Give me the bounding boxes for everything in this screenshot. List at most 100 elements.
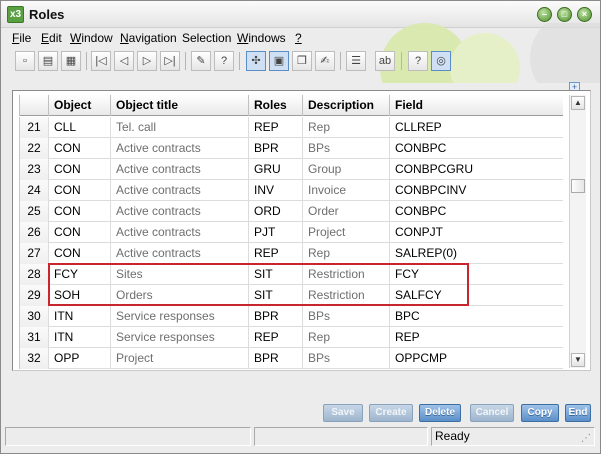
- cell-object[interactable]: CLL: [48, 117, 110, 138]
- minimize-icon[interactable]: –: [537, 7, 552, 22]
- cell-field[interactable]: CONBPC: [389, 138, 563, 159]
- menu-help[interactable]: ?: [295, 31, 302, 45]
- menu-edit[interactable]: Edit: [41, 31, 62, 45]
- cell-field[interactable]: CONBPC: [389, 201, 563, 222]
- cell-field[interactable]: REP: [389, 327, 563, 348]
- cell-field[interactable]: SALFCY: [389, 285, 563, 306]
- cell-field[interactable]: FCY: [389, 264, 563, 285]
- save-button[interactable]: Save: [323, 404, 363, 422]
- next-record-icon[interactable]: ▷: [137, 51, 157, 71]
- cell-roles[interactable]: BPR: [248, 348, 302, 369]
- cell-roles[interactable]: SIT: [248, 285, 302, 306]
- cell-object[interactable]: CON: [48, 243, 110, 264]
- last-record-icon[interactable]: ▷|: [160, 51, 180, 71]
- cell-roles[interactable]: REP: [248, 117, 302, 138]
- cell-object[interactable]: CON: [48, 180, 110, 201]
- menu-navigation[interactable]: Navigation: [120, 31, 177, 45]
- cell-roles[interactable]: BPR: [248, 138, 302, 159]
- cell-object-title[interactable]: Sites: [110, 264, 248, 285]
- info-icon[interactable]: ?: [408, 51, 428, 71]
- maximize-icon[interactable]: □: [557, 7, 572, 22]
- cell-field[interactable]: SALREP(0): [389, 243, 563, 264]
- cell-roles[interactable]: GRU: [248, 159, 302, 180]
- cell-object-title[interactable]: Active contracts: [110, 243, 248, 264]
- new-document-icon[interactable]: ▫: [15, 51, 35, 71]
- menu-file[interactable]: File: [12, 31, 31, 45]
- column-header-roles[interactable]: Roles: [248, 95, 302, 116]
- previous-record-icon[interactable]: ◁: [114, 51, 134, 71]
- table-row[interactable]: 32 OPP Project BPR BPs OPPCMP: [19, 348, 563, 369]
- cell-object-title[interactable]: Active contracts: [110, 159, 248, 180]
- column-header-field[interactable]: Field: [389, 95, 557, 116]
- scroll-down-icon[interactable]: ▼: [571, 353, 585, 367]
- cell-field[interactable]: OPPCMP: [389, 348, 563, 369]
- text-icon[interactable]: ab: [375, 51, 395, 71]
- cell-roles[interactable]: SIT: [248, 264, 302, 285]
- cell-object[interactable]: CON: [48, 201, 110, 222]
- cell-description[interactable]: Rep: [302, 327, 389, 348]
- cell-object[interactable]: OPP: [48, 348, 110, 369]
- list-icon[interactable]: ☰: [346, 51, 366, 71]
- cell-field[interactable]: CONPJT: [389, 222, 563, 243]
- table-row[interactable]: 31 ITN Service responses REP Rep REP: [19, 327, 563, 348]
- attachment-icon[interactable]: ✎: [191, 51, 211, 71]
- edit-icon[interactable]: ✍: [315, 51, 335, 71]
- cell-roles[interactable]: PJT: [248, 222, 302, 243]
- copy-button[interactable]: Copy: [521, 404, 559, 422]
- table-row[interactable]: 30 ITN Service responses BPR BPs BPC: [19, 306, 563, 327]
- table-row[interactable]: 22 CON Active contracts BPR BPs CONBPC: [19, 138, 563, 159]
- delete-button[interactable]: Delete: [419, 404, 461, 422]
- cell-description[interactable]: Group: [302, 159, 389, 180]
- cell-object[interactable]: CON: [48, 222, 110, 243]
- close-icon[interactable]: ×: [577, 7, 592, 22]
- resize-grip-icon[interactable]: ⋰: [581, 433, 593, 445]
- table-row[interactable]: 26 CON Active contracts PJT Project CONPJT: [19, 222, 563, 243]
- cell-object[interactable]: ITN: [48, 327, 110, 348]
- cell-object[interactable]: CON: [48, 159, 110, 180]
- cell-field[interactable]: CONBPCINV: [389, 180, 563, 201]
- cell-description[interactable]: BPs: [302, 348, 389, 369]
- print-icon[interactable]: ▤: [38, 51, 58, 71]
- cancel-button[interactable]: Cancel: [470, 404, 514, 422]
- cell-roles[interactable]: REP: [248, 327, 302, 348]
- menu-selection[interactable]: Selection: [182, 31, 231, 45]
- cell-object-title[interactable]: Active contracts: [110, 138, 248, 159]
- cell-description[interactable]: Restriction: [302, 264, 389, 285]
- cell-object-title[interactable]: Orders: [110, 285, 248, 306]
- cell-object-title[interactable]: Active contracts: [110, 222, 248, 243]
- cell-description[interactable]: Order: [302, 201, 389, 222]
- cell-object-title[interactable]: Service responses: [110, 306, 248, 327]
- cell-object[interactable]: CON: [48, 138, 110, 159]
- cell-field[interactable]: CLLREP: [389, 117, 563, 138]
- cell-field[interactable]: BPC: [389, 306, 563, 327]
- zoom-icon[interactable]: ◎: [431, 51, 451, 71]
- menu-window[interactable]: Window: [70, 31, 113, 45]
- cell-description[interactable]: Rep: [302, 243, 389, 264]
- cell-description[interactable]: Invoice: [302, 180, 389, 201]
- cell-object[interactable]: SOH: [48, 285, 110, 306]
- cell-description[interactable]: BPs: [302, 138, 389, 159]
- tree-icon[interactable]: ✣: [246, 51, 266, 71]
- menu-windows[interactable]: Windows: [237, 31, 286, 45]
- cell-object-title[interactable]: Service responses: [110, 327, 248, 348]
- cell-roles[interactable]: ORD: [248, 201, 302, 222]
- end-button[interactable]: End: [565, 404, 591, 422]
- create-button[interactable]: Create: [369, 404, 413, 422]
- print-preview-icon[interactable]: ▦: [61, 51, 81, 71]
- scroll-up-icon[interactable]: ▲: [571, 96, 585, 110]
- table-row[interactable]: 29 SOH Orders SIT Restriction SALFCY: [19, 285, 563, 306]
- column-header-object-title[interactable]: Object title: [110, 95, 248, 116]
- cell-description[interactable]: Project: [302, 222, 389, 243]
- cell-description[interactable]: BPs: [302, 306, 389, 327]
- table-row[interactable]: 24 CON Active contracts INV Invoice CONBPCINV: [19, 180, 563, 201]
- cell-description[interactable]: Rep: [302, 117, 389, 138]
- table-row[interactable]: 23 CON Active contracts GRU Group CONBPCGRU: [19, 159, 563, 180]
- scroll-thumb[interactable]: [571, 179, 585, 193]
- table-row[interactable]: 25 CON Active contracts ORD Order CONBPC: [19, 201, 563, 222]
- cell-object-title[interactable]: Project: [110, 348, 248, 369]
- cell-object-title[interactable]: Active contracts: [110, 201, 248, 222]
- table-row[interactable]: 28 FCY Sites SIT Restriction FCY: [19, 264, 563, 285]
- help-icon[interactable]: ?: [214, 51, 234, 71]
- cell-object[interactable]: ITN: [48, 306, 110, 327]
- window-layout-icon[interactable]: ▣: [269, 51, 289, 71]
